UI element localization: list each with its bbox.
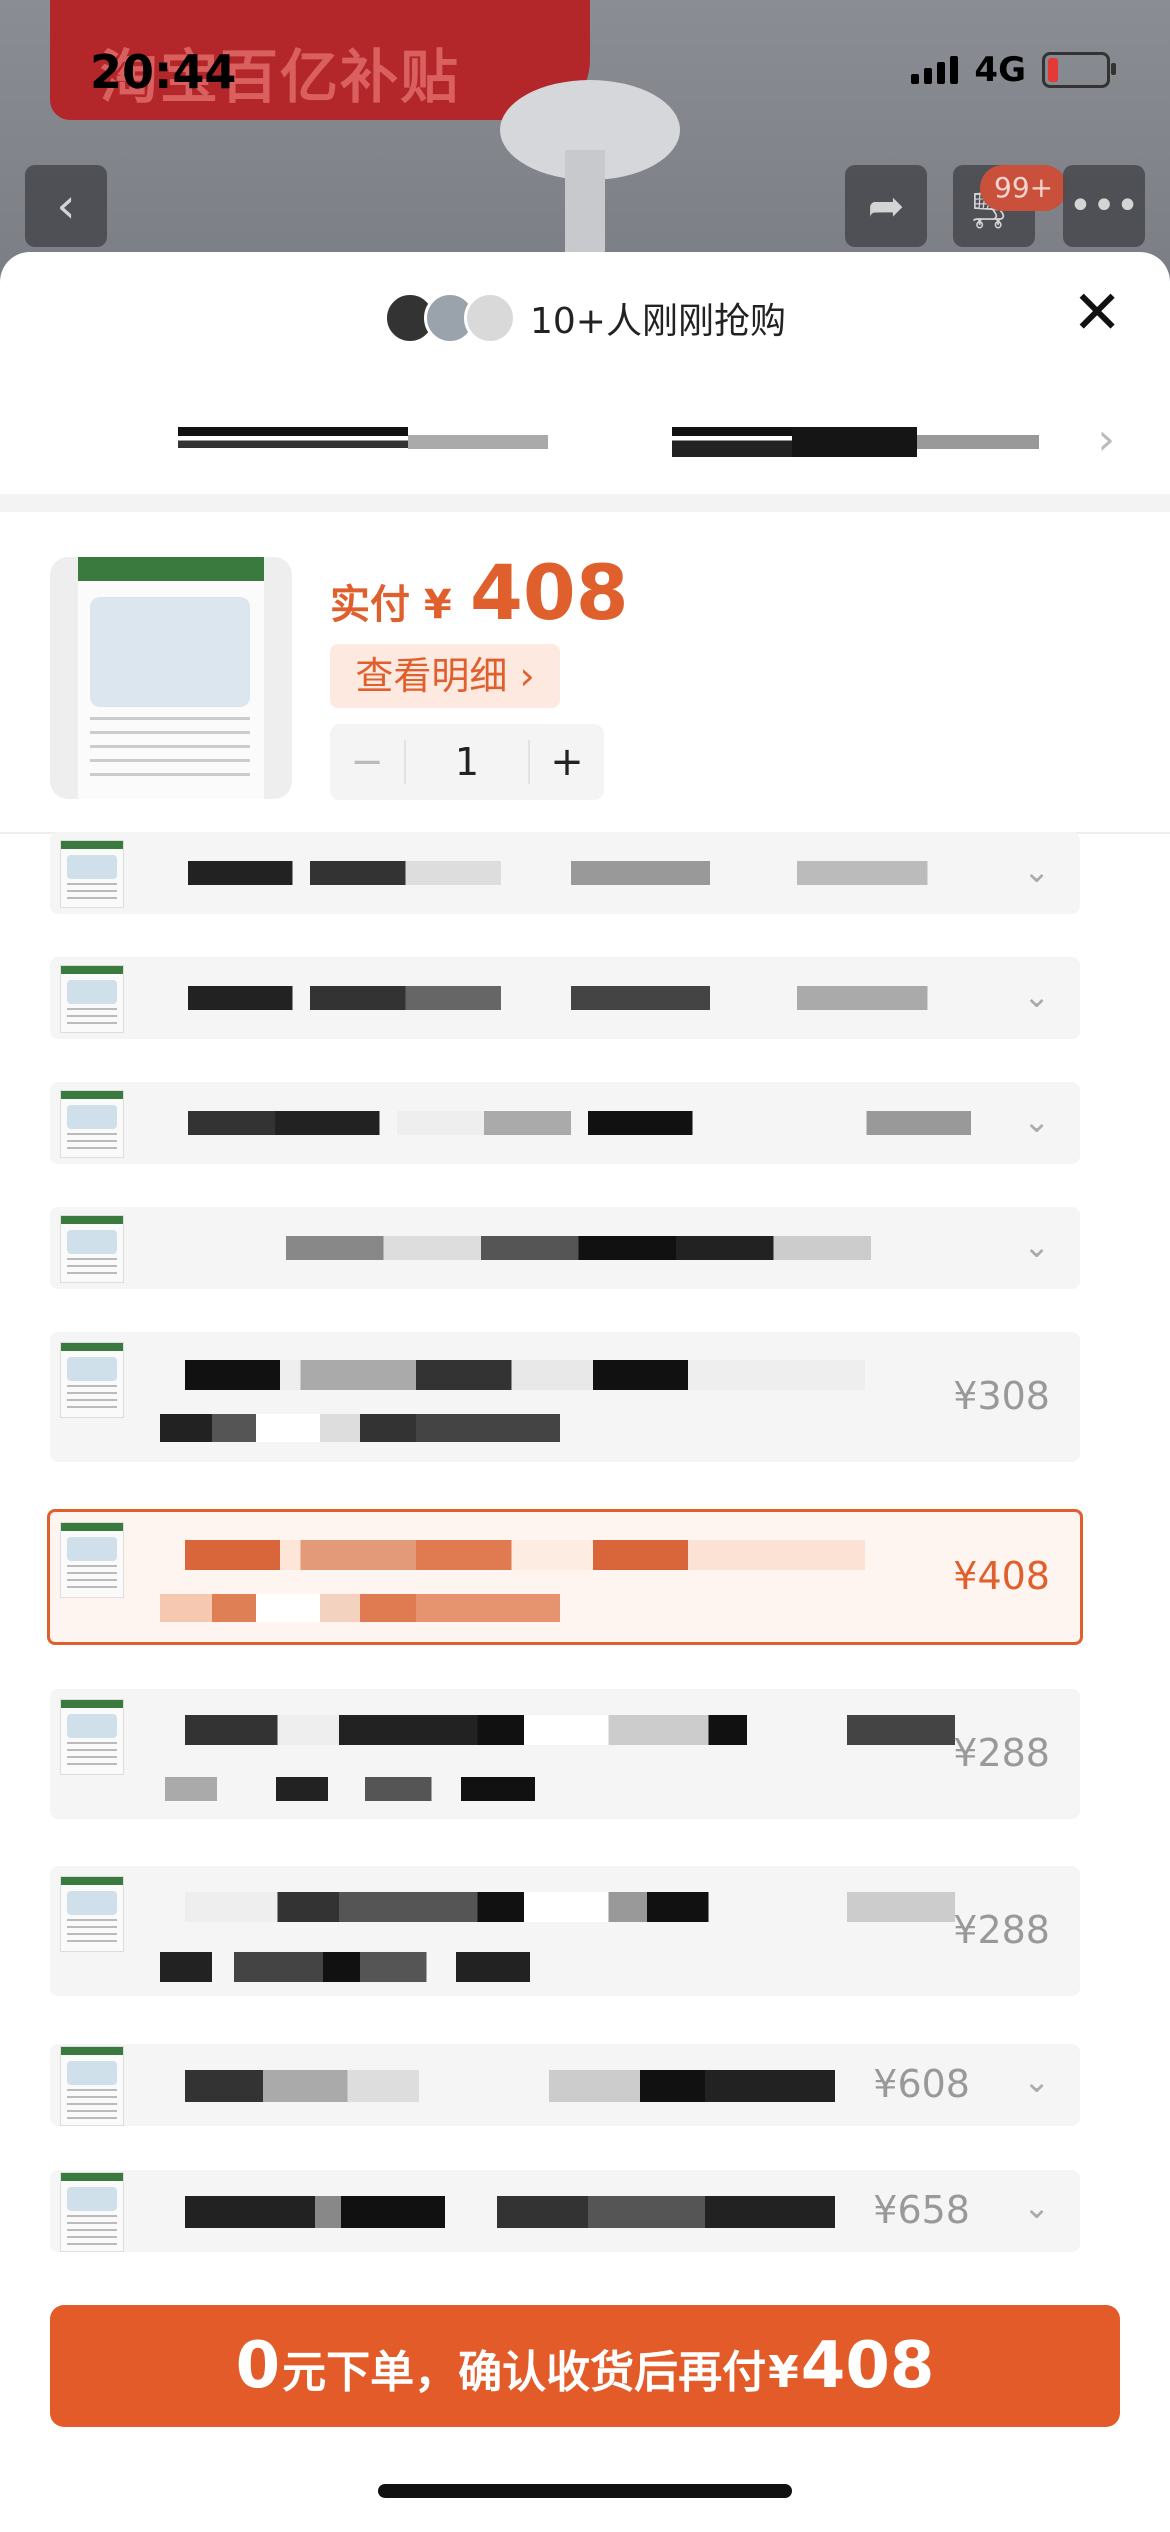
chevron-left-icon: ‹ (56, 178, 76, 234)
option-thumbnail (60, 840, 124, 908)
battery-icon (1042, 52, 1116, 88)
sku-option[interactable]: ⌄ (50, 1207, 1080, 1289)
redacted-address (792, 427, 917, 457)
recent-buyers: 10+人刚刚抢购 (0, 292, 1170, 344)
option-price: ¥608 (873, 2062, 970, 2106)
option-thumbnail (60, 1876, 124, 1952)
back-button[interactable]: ‹ (25, 165, 107, 247)
chevron-down-icon: ⌄ (1023, 1102, 1050, 1140)
status-indicators: 4G (911, 50, 1116, 90)
quantity-stepper: − 1 + (330, 724, 604, 800)
sku-option[interactable]: ¥658 ⌄ (50, 2170, 1080, 2252)
sku-option[interactable]: ¥288 (50, 1689, 1080, 1819)
share-icon: ➦ (867, 180, 905, 232)
more-button[interactable]: ••• (1063, 165, 1145, 247)
chevron-down-icon: ⌄ (1023, 1227, 1050, 1265)
sku-selection-sheet: 10+人刚刚抢购 ✕ › 实付 ¥ 408 查看明细 › − 1 + ⌄ ⌄ ⌄ (0, 252, 1170, 2532)
option-thumbnail (60, 2172, 124, 2252)
signal-icon (911, 56, 959, 84)
redacted-address (917, 435, 1039, 449)
redacted-option-name (185, 2196, 835, 2228)
option-thumbnail (60, 2046, 124, 2126)
more-dots-icon: ••• (1068, 183, 1140, 229)
view-price-detail-button[interactable]: 查看明细 › (330, 644, 560, 708)
section-divider (0, 494, 1170, 512)
home-indicator (378, 2484, 792, 2498)
option-price: ¥408 (953, 1554, 1050, 1598)
option-thumbnail (60, 965, 124, 1033)
option-thumbnail (60, 1342, 124, 1418)
sku-option[interactable]: ¥608 ⌄ (50, 2044, 1080, 2126)
redacted-option-name (185, 2070, 835, 2102)
cta-zero: 0 (235, 2329, 281, 2403)
chevron-down-icon: ⌄ (1023, 852, 1050, 890)
option-thumbnail (60, 1522, 124, 1598)
option-thumbnail (60, 1699, 124, 1775)
share-button[interactable]: ➦ (845, 165, 927, 247)
redacted-option-name (160, 1594, 560, 1622)
option-thumbnail (60, 1215, 124, 1283)
buyer-avatars (384, 292, 516, 344)
option-price: ¥288 (953, 1731, 1050, 1775)
sku-option[interactable]: ¥288 (50, 1866, 1080, 1996)
option-price: ¥658 (873, 2188, 970, 2232)
sku-option-selected[interactable]: ¥408 (47, 1509, 1083, 1645)
redacted-option-name (188, 1111, 1058, 1135)
redacted-option-name (188, 986, 1058, 1010)
status-time: 20:44 (90, 45, 237, 99)
redacted-option-name (165, 1777, 535, 1801)
redacted-address (408, 435, 548, 449)
redacted-address (672, 427, 792, 457)
actual-pay-label: 实付 ¥ (330, 582, 452, 628)
cart-count-badge: 99+ (980, 165, 1068, 211)
increase-quantity-button[interactable]: + (530, 739, 604, 785)
option-price: ¥308 (953, 1374, 1050, 1418)
redacted-address (178, 427, 408, 457)
zero-yuan-order-button[interactable]: 0 元下单，确认收货后再付 ¥ 408 (50, 2305, 1120, 2427)
redacted-option-name (160, 1952, 530, 1982)
network-type: 4G (974, 50, 1026, 90)
redacted-option-name (185, 1715, 955, 1745)
avatar (464, 292, 516, 344)
selected-product-thumbnail[interactable] (50, 557, 292, 799)
actual-pay-amount: 408 (470, 548, 629, 637)
chevron-down-icon: ⌄ (1023, 977, 1050, 1015)
redacted-option-name (185, 1892, 955, 1922)
cta-currency: ¥ (768, 2347, 799, 2398)
sku-option[interactable]: ¥308 (50, 1332, 1080, 1462)
redacted-option-name (286, 1236, 936, 1260)
address-selector[interactable]: › (0, 392, 1170, 492)
redacted-option-name (185, 1540, 865, 1570)
chevron-right-icon: › (1097, 414, 1115, 465)
redacted-option-name (188, 861, 1058, 885)
option-price: ¥288 (953, 1908, 1050, 1952)
sku-option[interactable]: ⌄ (50, 1082, 1080, 1164)
redacted-option-name (160, 1414, 560, 1442)
decrease-quantity-button[interactable]: − (330, 739, 404, 785)
cta-amount: 408 (800, 2329, 935, 2403)
quantity-value[interactable]: 1 (404, 740, 530, 784)
close-icon[interactable]: ✕ (1072, 283, 1122, 343)
chevron-down-icon: ⌄ (1023, 2188, 1050, 2226)
chevron-down-icon: ⌄ (1023, 2062, 1050, 2100)
sku-option[interactable]: ⌄ (50, 957, 1080, 1039)
option-thumbnail (60, 1090, 124, 1158)
cta-text: 元下单，确认收货后再付 (282, 2347, 767, 2398)
redacted-option-name (185, 1360, 865, 1390)
recent-buyers-text: 10+人刚刚抢购 (530, 301, 786, 342)
sku-option[interactable]: ⌄ (50, 832, 1080, 914)
